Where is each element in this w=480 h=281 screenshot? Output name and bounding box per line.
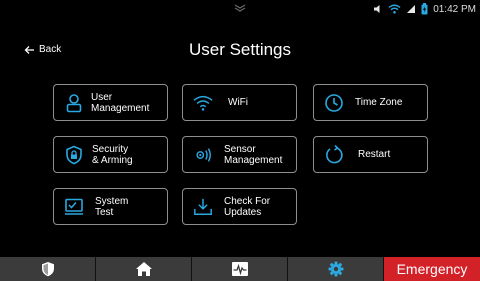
shield-icon: [41, 262, 54, 277]
restart-icon: [324, 144, 344, 165]
status-time: 01:42 PM: [433, 3, 476, 15]
page-title: User Settings: [188, 40, 292, 59]
pull-down-chevron-icon[interactable]: [233, 3, 247, 13]
signal-icon: [407, 5, 416, 13]
clock-icon: [324, 93, 344, 113]
status-bar: 01:42 PM: [0, 0, 480, 18]
check-for-updates-button[interactable]: Check For Updates: [182, 188, 297, 225]
security-arming-button[interactable]: Security & Arming: [53, 136, 168, 173]
download-icon: [193, 197, 213, 217]
user-management-button[interactable]: User Management: [53, 84, 168, 121]
nav-activity[interactable]: [192, 257, 288, 281]
volume-icon: [374, 5, 380, 13]
shield-lock-icon: [64, 145, 84, 165]
battery-icon: [421, 3, 428, 15]
user-icon: [64, 93, 84, 113]
emergency-label: Emergency: [396, 261, 468, 277]
status-icons: 01:42 PM: [373, 2, 476, 16]
nav-settings[interactable]: [288, 257, 384, 281]
home-icon: [135, 262, 152, 276]
system-test-label: System Test: [95, 195, 129, 218]
sensor-management-button[interactable]: Sensor Management: [182, 136, 297, 173]
restart-button[interactable]: Restart: [313, 136, 428, 173]
wifi-icon: [193, 93, 213, 113]
time-zone-label: Time Zone: [355, 97, 403, 108]
activity-icon: [231, 262, 248, 276]
wifi-icon: [388, 4, 401, 14]
security-arming-label: Security & Arming: [92, 143, 133, 166]
system-test-icon: [64, 197, 84, 217]
emergency-button[interactable]: Emergency: [384, 257, 480, 281]
settings-gear-icon: [328, 261, 343, 277]
nav-home[interactable]: [96, 257, 192, 281]
wifi-label: WiFi: [228, 97, 248, 108]
restart-label: Restart: [358, 149, 391, 160]
time-zone-button[interactable]: Time Zone: [313, 84, 428, 121]
wifi-button[interactable]: WiFi: [182, 84, 297, 121]
nav-security[interactable]: [0, 257, 96, 281]
bottom-nav: Emergency: [0, 257, 480, 281]
user-management-label: User Management: [91, 91, 150, 114]
sensor-management-label: Sensor Management: [224, 143, 283, 166]
system-test-button[interactable]: System Test: [53, 188, 168, 225]
sensor-icon: [193, 145, 213, 165]
check-for-updates-label: Check For Updates: [224, 195, 271, 218]
